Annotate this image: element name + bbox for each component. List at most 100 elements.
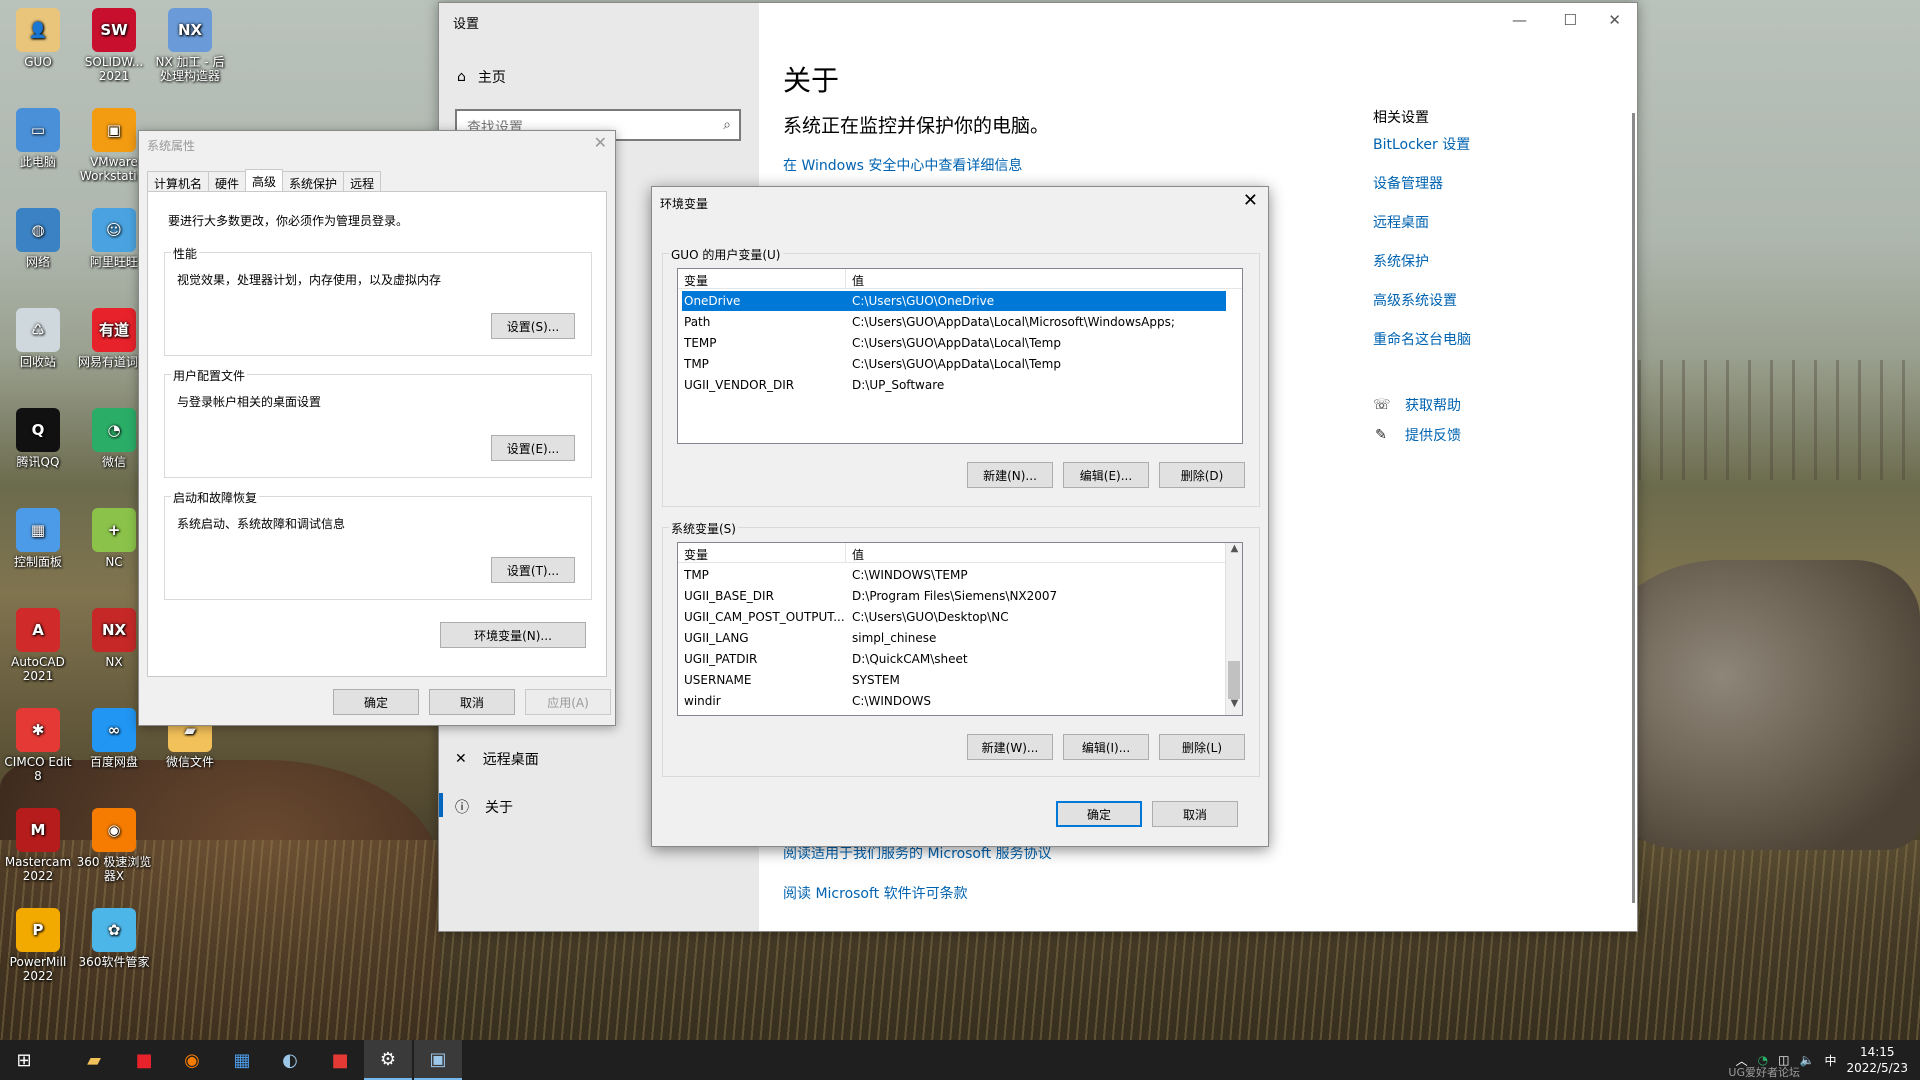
admin-note: 要进行大多数更改，你必须作为管理员登录。 <box>168 214 409 228</box>
column-header-value[interactable]: 值 <box>846 269 1242 289</box>
variable-name: USERNAME <box>684 673 752 687</box>
settings-title: 设置 <box>453 17 480 32</box>
user-profiles-settings-button[interactable]: 设置(E)... <box>491 435 575 461</box>
security-center-link[interactable]: 在 Windows 安全中心中查看详细信息 <box>783 155 1022 175</box>
taskbar-youdao[interactable]: ■ <box>120 1040 168 1080</box>
variable-value: C:\Users\GUO\OneDrive <box>852 294 995 308</box>
desktop-icon[interactable]: ✱ CIMCO Edit 8 <box>0 708 76 783</box>
column-header-variable[interactable]: 变量 <box>678 543 846 563</box>
group-label: 性能 <box>171 245 200 262</box>
table-row[interactable]: UGII_CAM_POST_OUTPUT... C:\Users\GUO\Desk… <box>682 607 1015 627</box>
scroll-up-icon[interactable]: ▲ <box>1226 543 1242 560</box>
start-button[interactable]: ⊞ <box>0 1040 48 1080</box>
taskbar-system-properties[interactable]: ▣ <box>414 1040 462 1080</box>
column-header-variable[interactable]: 变量 <box>678 269 846 289</box>
table-row[interactable]: UGII_VENDOR_DIR D:\UP_Software <box>682 375 950 395</box>
system-protection-link[interactable]: 系统保护 <box>1373 251 1429 271</box>
desktop-icon[interactable]: P PowerMill 2022 <box>0 908 76 983</box>
close-icon[interactable]: ✕ <box>1243 190 1258 211</box>
table-row[interactable]: TEMP C:\Users\GUO\AppData\Local\Temp <box>682 333 1067 353</box>
taskbar-nx[interactable]: ■ <box>316 1040 364 1080</box>
close-icon[interactable]: ✕ <box>594 133 607 152</box>
desktop-icon[interactable]: ▦ 控制面板 <box>0 508 76 569</box>
user-delete-button[interactable]: 删除(D) <box>1159 462 1245 488</box>
desktop-icon[interactable]: 👤 GUO <box>0 8 76 69</box>
table-row[interactable]: windir C:\WINDOWS <box>682 691 937 711</box>
bitlocker-link[interactable]: BitLocker 设置 <box>1373 134 1470 154</box>
table-row[interactable]: USERNAME SYSTEM <box>682 670 906 690</box>
ok-button[interactable]: 确定 <box>1056 801 1142 827</box>
user-edit-button[interactable]: 编辑(E)... <box>1063 462 1149 488</box>
desktop-icon[interactable]: ▭ 此电脑 <box>0 108 76 169</box>
taskbar-app[interactable]: ◐ <box>266 1040 314 1080</box>
sidebar-item-about[interactable]: ⓘ 关于 <box>439 793 513 817</box>
volume-icon[interactable]: 🔈 <box>1800 1053 1815 1067</box>
table-row[interactable]: OneDrive C:\Users\GUO\OneDrive <box>682 291 1226 311</box>
group-label: GUO 的用户变量(U) <box>669 246 783 263</box>
get-help-link[interactable]: ☏ 获取帮助 <box>1373 395 1461 415</box>
scroll-thumb[interactable] <box>1228 661 1240 699</box>
desktop-icon[interactable]: ◉ 360 极速浏览器X <box>76 808 152 883</box>
group-label: 系统变量(S) <box>669 520 738 537</box>
desktop-icon[interactable]: ♺ 回收站 <box>0 308 76 369</box>
variable-name: UGII_CAM_POST_OUTPUT... <box>684 610 845 624</box>
app-icon: ☺ <box>92 208 136 252</box>
table-row[interactable]: TMP C:\Users\GUO\AppData\Local\Temp <box>682 354 1067 374</box>
system-variables-list[interactable]: 变量 值 TMP C:\WINDOWS\TEMP UGII_BASE_DIR D:\P… <box>677 542 1243 716</box>
advanced-system-settings-link[interactable]: 高级系统设置 <box>1373 290 1457 310</box>
page-title: 关于 <box>783 64 840 97</box>
scroll-down-icon[interactable]: ▼ <box>1226 698 1242 715</box>
desktop-icon[interactable]: ✿ 360软件管家 <box>76 908 152 969</box>
column-header-value[interactable]: 值 <box>846 543 1242 563</box>
taskbar-explorer[interactable]: ▰ <box>70 1040 118 1080</box>
performance-settings-button[interactable]: 设置(S)... <box>491 313 575 339</box>
environment-variables-button[interactable]: 环境变量(N)... <box>440 622 586 648</box>
user-new-button[interactable]: 新建(N)... <box>967 462 1053 488</box>
desktop-icon[interactable]: A AutoCAD 2021 <box>0 608 76 683</box>
settings-scrollbar[interactable] <box>1632 113 1635 903</box>
maximize-button[interactable]: ☐ <box>1564 11 1577 29</box>
desktop-icon[interactable]: Q 腾讯QQ <box>0 408 76 469</box>
table-row[interactable]: Path C:\Users\GUO\AppData\Local\Microsoft… <box>682 312 1181 332</box>
app-icon: A <box>16 608 60 652</box>
desktop-icon[interactable]: SW SOLIDW... 2021 <box>76 8 152 83</box>
table-row[interactable]: UGII_LANG simpl_chinese <box>682 628 942 648</box>
ok-button[interactable]: 确定 <box>333 689 419 715</box>
search-icon: ⌕ <box>723 117 731 133</box>
variable-name: Path <box>684 315 711 329</box>
gear-icon: ⚙ <box>379 1048 397 1070</box>
system-new-button[interactable]: 新建(W)... <box>967 734 1053 760</box>
clock[interactable]: 14:15 2022/5/23 <box>1846 1044 1908 1076</box>
ime-indicator[interactable]: 中 <box>1824 1052 1836 1069</box>
taskbar-calculator[interactable]: ▦ <box>218 1040 266 1080</box>
startup-recovery-settings-button[interactable]: 设置(T)... <box>491 557 575 583</box>
table-row[interactable]: UGII_PATDIR D:\QuickCAM\sheet <box>682 649 974 669</box>
table-row[interactable]: TMP C:\WINDOWS\TEMP <box>682 565 974 585</box>
ms-license-link[interactable]: 阅读 Microsoft 软件许可条款 <box>783 883 968 903</box>
system-list-scrollbar[interactable]: ▲ ▼ <box>1225 543 1242 715</box>
close-button[interactable]: ✕ <box>1608 11 1621 29</box>
desktop-icon[interactable]: ◍ 网络 <box>0 208 76 269</box>
variable-value: C:\Users\GUO\Desktop\NC <box>852 610 1009 624</box>
desktop-icon-label: CIMCO Edit 8 <box>4 755 72 783</box>
cancel-button[interactable]: 取消 <box>429 689 515 715</box>
rename-pc-link[interactable]: 重命名这台电脑 <box>1373 329 1471 349</box>
minimize-button[interactable]: — <box>1512 11 1527 29</box>
taskbar-settings[interactable]: ⚙ <box>364 1040 412 1080</box>
user-variables-list[interactable]: 变量 值 OneDrive C:\Users\GUO\OneDrive Path C:… <box>677 268 1243 444</box>
system-edit-button[interactable]: 编辑(I)... <box>1063 734 1149 760</box>
cancel-button[interactable]: 取消 <box>1152 801 1238 827</box>
system-delete-button[interactable]: 删除(L) <box>1159 734 1245 760</box>
variable-value: D:\UP_Software <box>852 378 945 392</box>
desktop-icon[interactable]: M Mastercam 2022 <box>0 808 76 883</box>
group-description: 与登录帐户相关的桌面设置 <box>177 395 322 409</box>
remote-desktop-link[interactable]: 远程桌面 <box>1373 212 1429 232</box>
feedback-link[interactable]: ✎ 提供反馈 <box>1373 425 1461 445</box>
apply-button[interactable]: 应用(A) <box>525 689 611 715</box>
table-row[interactable]: UGII_BASE_DIR D:\Program Files\Siemens\NX… <box>682 586 1063 606</box>
desktop-icon[interactable]: NX NX 加工 - 后处理构造器 <box>152 8 228 83</box>
home-nav[interactable]: ⌂ 主页 <box>457 67 506 87</box>
taskbar-360-browser[interactable]: ◉ <box>168 1040 216 1080</box>
sidebar-item-remote-desktop[interactable]: ✕ 远程桌面 <box>455 749 539 769</box>
device-manager-link[interactable]: 设备管理器 <box>1373 173 1443 193</box>
